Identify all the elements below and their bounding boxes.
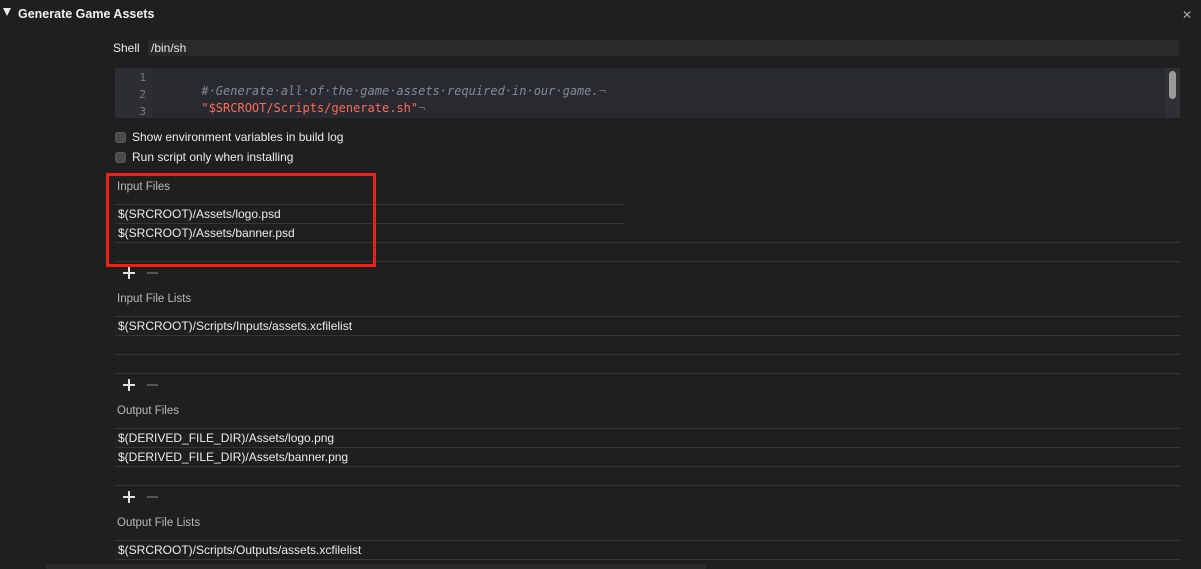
input-file-path[interactable]: $(SRCROOT)/Assets/banner.psd <box>118 226 295 240</box>
horizontal-scrollbar[interactable] <box>46 564 706 569</box>
input-file-row[interactable]: $(SRCROOT)/Assets/logo.psd <box>115 204 624 222</box>
list-divider <box>115 354 1180 355</box>
show-env-vars-checkbox-row[interactable]: Show environment variables in build log <box>115 129 343 145</box>
line-end-marker: ¬ <box>418 101 426 115</box>
run-when-installing-checkbox[interactable] <box>115 151 126 163</box>
input-file-lists-title: Input File Lists <box>117 293 192 305</box>
shell-label: Shell <box>113 41 140 55</box>
line-number: 3 <box>139 105 146 118</box>
input-file-path[interactable]: $(SRCROOT)/Assets/logo.psd <box>118 207 281 221</box>
output-file-row[interactable]: $(DERIVED_FILE_DIR)/Assets/logo.png <box>115 428 1180 446</box>
script-editor[interactable]: 1 2 3 #·Generate·all·of·the·game·assets·… <box>115 68 1180 118</box>
output-files-title: Output Files <box>117 405 179 417</box>
list-divider <box>115 373 1180 374</box>
output-file-list-path[interactable]: $(SRCROOT)/Scripts/Outputs/assets.xcfile… <box>118 543 361 557</box>
line-number: 1 <box>139 71 146 84</box>
input-file-list-path[interactable]: $(SRCROOT)/Scripts/Inputs/assets.xcfilel… <box>118 319 352 333</box>
remove-input-file-button[interactable] <box>147 266 159 280</box>
scrollbar-thumb[interactable] <box>1169 71 1176 99</box>
list-divider <box>115 335 1180 336</box>
remove-input-file-list-button[interactable] <box>147 378 159 392</box>
list-divider <box>115 261 1180 262</box>
close-icon[interactable]: ✕ <box>1182 8 1192 22</box>
show-env-vars-checkbox[interactable] <box>115 131 126 143</box>
add-input-file-list-button[interactable] <box>122 378 136 392</box>
remove-output-file-button[interactable] <box>147 490 159 504</box>
list-divider <box>115 559 1180 560</box>
phase-title[interactable]: Generate Game Assets <box>18 7 154 21</box>
input-file-row[interactable]: $(SRCROOT)/Assets/banner.psd <box>115 223 624 241</box>
input-file-list-row[interactable]: $(SRCROOT)/Scripts/Inputs/assets.xcfilel… <box>115 316 1180 334</box>
run-when-installing-label: Run script only when installing <box>132 150 294 164</box>
add-input-file-button[interactable] <box>122 266 136 280</box>
line-end-marker: ¬ <box>598 84 606 98</box>
line-number-gutter: 1 2 3 <box>115 68 152 118</box>
output-file-path[interactable]: $(DERIVED_FILE_DIR)/Assets/logo.png <box>118 431 334 445</box>
output-file-path[interactable]: $(DERIVED_FILE_DIR)/Assets/banner.png <box>118 450 348 464</box>
phase-header: Generate Game Assets ✕ <box>0 0 1201 28</box>
input-files-title: Input Files <box>117 181 171 193</box>
list-divider <box>115 242 1180 243</box>
output-file-list-row[interactable]: $(SRCROOT)/Scripts/Outputs/assets.xcfile… <box>115 540 1180 558</box>
add-output-file-button[interactable] <box>122 490 136 504</box>
run-when-installing-checkbox-row[interactable]: Run script only when installing <box>115 149 293 165</box>
show-env-vars-label: Show environment variables in build log <box>132 130 344 144</box>
list-divider <box>115 466 1180 467</box>
disclosure-triangle-icon[interactable] <box>3 8 11 16</box>
output-file-lists-title: Output File Lists <box>117 517 201 529</box>
editor-scrollbar[interactable] <box>1165 68 1180 118</box>
run-script-phase: Generate Game Assets ✕ Shell 1 2 3 #·Gen… <box>0 0 1201 569</box>
code-string: "$SRCROOT/Scripts/generate.sh" <box>201 101 419 115</box>
output-file-row[interactable]: $(DERIVED_FILE_DIR)/Assets/banner.png <box>115 447 1180 465</box>
line-number: 2 <box>139 88 146 101</box>
list-divider <box>115 485 1180 486</box>
shell-input[interactable] <box>148 40 1179 56</box>
